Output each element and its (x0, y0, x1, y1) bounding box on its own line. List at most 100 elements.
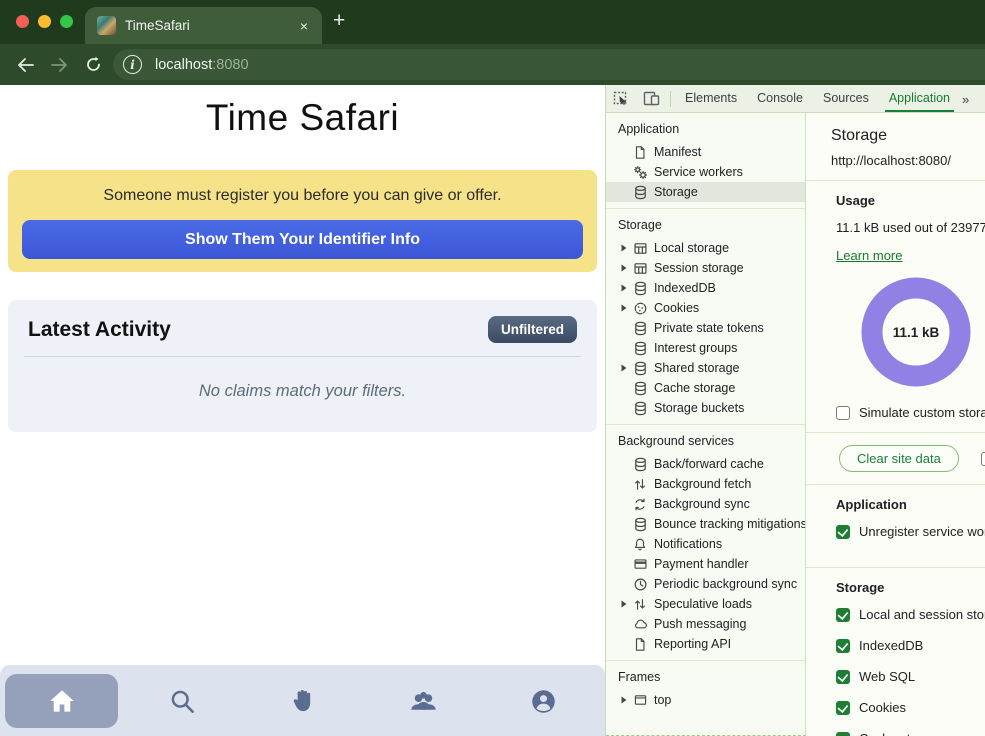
devtools-tab-elements[interactable]: Elements (675, 85, 747, 112)
sidebar-item-service-workers[interactable]: Service workers (606, 162, 805, 182)
panel-section-storage: Storage Local and session storage IndexedD… (806, 568, 985, 736)
sidebar-item-bounce-tracking-mitigations[interactable]: Bounce tracking mitigations (606, 514, 805, 534)
panel-section-heading: Storage (836, 580, 985, 595)
back-button[interactable] (8, 50, 42, 80)
sidebar-item-label: Shared storage (654, 361, 739, 375)
latest-activity-heading: Latest Activity (28, 318, 171, 342)
expander-icon[interactable] (620, 696, 632, 704)
alert-message: Someone must register you before you can… (22, 187, 583, 205)
sidebar-item-back-forward-cache[interactable]: Back/forward cache (606, 454, 805, 474)
expander-icon[interactable] (620, 600, 632, 608)
window-controls (16, 15, 73, 28)
person-icon (530, 688, 557, 715)
sidebar-item-cache-storage[interactable]: Cache storage (606, 378, 805, 398)
zoom-window-button[interactable] (60, 15, 73, 28)
nav-people-button[interactable] (367, 674, 480, 728)
updown-icon (632, 596, 648, 612)
nav-person-button[interactable] (487, 674, 600, 728)
sidebar-section-storage: StorageLocal storageSession storageIndex… (606, 209, 805, 425)
simulate-quota-checkbox[interactable] (836, 406, 850, 420)
activity-divider (24, 356, 581, 357)
database-icon (632, 340, 648, 356)
expander-icon[interactable] (620, 284, 632, 292)
sidebar-item-push-messaging[interactable]: Push messaging (606, 614, 805, 634)
expander-icon[interactable] (620, 264, 632, 272)
database-icon (632, 320, 648, 336)
sidebar-item-interest-groups[interactable]: Interest groups (606, 338, 805, 358)
bell-icon (632, 536, 648, 552)
reload-button[interactable] (76, 50, 110, 80)
sidebar-item-manifest[interactable]: Manifest (606, 142, 805, 162)
local-and-session-storage-checkbox[interactable] (836, 608, 850, 622)
sidebar-item-label: Storage (654, 185, 698, 199)
sidebar-item-label: Interest groups (654, 341, 737, 355)
close-tab-icon[interactable]: × (298, 18, 310, 34)
close-window-button[interactable] (16, 15, 29, 28)
devtools-tab-console[interactable]: Console (747, 85, 813, 112)
sidebar-item-speculative-loads[interactable]: Speculative loads (606, 594, 805, 614)
unregister-service-workers-checkbox[interactable] (836, 525, 850, 539)
cache-storage-checkbox[interactable] (836, 732, 850, 736)
option-label: IndexedDB (859, 638, 923, 653)
sidebar-item-background-fetch[interactable]: Background fetch (606, 474, 805, 494)
tab-title: TimeSafari (125, 18, 289, 33)
sidebar-item-private-state-tokens[interactable]: Private state tokens (606, 318, 805, 338)
web-sql-checkbox[interactable] (836, 670, 850, 684)
section-title: Background services (606, 425, 805, 454)
unfiltered-button[interactable]: Unfiltered (488, 316, 577, 343)
sidebar-item-label: Speculative loads (654, 597, 752, 611)
simulate-quota-label: Simulate custom storage quota (859, 405, 985, 420)
sidebar-item-background-sync[interactable]: Background sync (606, 494, 805, 514)
bottom-navigation (0, 665, 605, 736)
sidebar-item-periodic-background-sync[interactable]: Periodic background sync (606, 574, 805, 594)
devtools-tab-sources[interactable]: Sources (813, 85, 879, 112)
sidebar-item-top[interactable]: top (606, 690, 805, 710)
devtools-tab-application[interactable]: Application (879, 85, 960, 112)
sidebar-item-reporting-api[interactable]: Reporting API (606, 634, 805, 654)
forward-button[interactable] (42, 50, 76, 80)
inspect-element-icon[interactable] (606, 86, 636, 112)
device-toolbar-icon[interactable] (636, 86, 666, 112)
minimize-window-button[interactable] (38, 15, 51, 28)
learn-more-link[interactable]: Learn more (836, 248, 902, 263)
clock-icon (632, 576, 648, 592)
file-icon (632, 144, 648, 160)
nav-search-button[interactable] (126, 674, 239, 728)
sidebar-item-label: Session storage (654, 261, 744, 275)
site-info-icon[interactable]: i (123, 55, 142, 74)
registration-alert: Someone must register you before you can… (8, 170, 597, 272)
more-tabs-icon[interactable]: » (962, 91, 969, 107)
option-row-local-and-session-storage: Local and session storage (836, 607, 985, 622)
new-tab-button[interactable]: + (333, 9, 345, 33)
indexeddb-checkbox[interactable] (836, 639, 850, 653)
expander-icon[interactable] (620, 244, 632, 252)
sidebar-item-storage-buckets[interactable]: Storage buckets (606, 398, 805, 418)
option-row-cache-storage: Cache storage (836, 731, 985, 736)
gears-icon (632, 164, 648, 180)
sidebar-item-shared-storage[interactable]: Shared storage (606, 358, 805, 378)
frame-icon (632, 692, 648, 708)
sidebar-item-cookies[interactable]: Cookies (606, 298, 805, 318)
sidebar-item-local-storage[interactable]: Local storage (606, 238, 805, 258)
sidebar-section-application: ApplicationManifestService workersStorag… (606, 113, 805, 209)
clear-site-data-button[interactable]: Clear site data (839, 445, 959, 472)
sidebar-item-label: Cookies (654, 301, 699, 315)
sidebar-item-indexeddb[interactable]: IndexedDB (606, 278, 805, 298)
nav-home-button[interactable] (5, 674, 118, 728)
expander-icon[interactable] (620, 364, 632, 372)
address-bar[interactable]: i localhost:8080 (113, 49, 985, 80)
sidebar-item-storage[interactable]: Storage (606, 182, 805, 202)
show-identifier-info-button[interactable]: Show Them Your Identifier Info (22, 220, 583, 259)
nav-hand-button[interactable] (246, 674, 359, 728)
expander-icon[interactable] (620, 304, 632, 312)
url-port: :8080 (212, 57, 248, 73)
cookies-checkbox[interactable] (836, 701, 850, 715)
sidebar-item-notifications[interactable]: Notifications (606, 534, 805, 554)
sidebar-section-background-services: Background servicesBack/forward cacheBac… (606, 425, 805, 661)
sidebar-item-payment-handler[interactable]: Payment handler (606, 554, 805, 574)
sidebar-item-session-storage[interactable]: Session storage (606, 258, 805, 278)
card-icon (632, 556, 648, 572)
browser-tab[interactable]: TimeSafari × (85, 7, 322, 44)
third-party-cookies-checkbox[interactable] (981, 452, 985, 466)
url-host: localhost (155, 57, 212, 73)
